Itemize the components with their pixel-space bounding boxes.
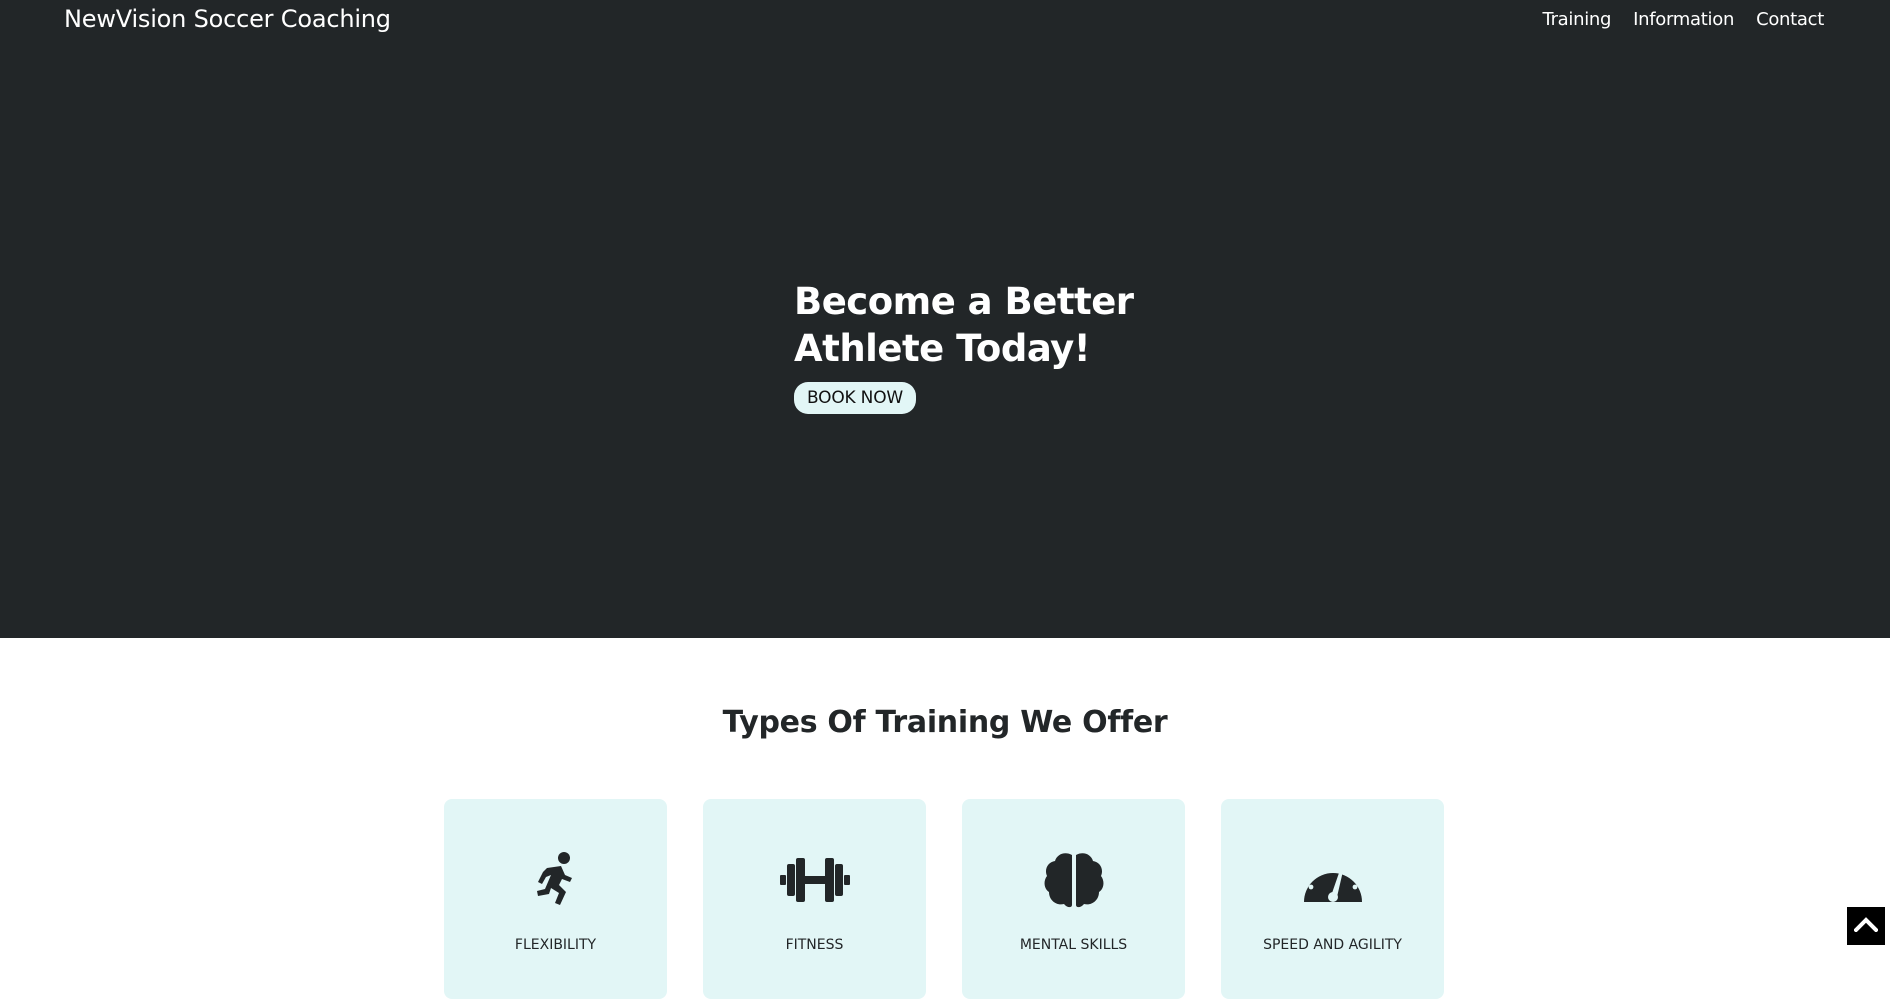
card-mental-skills[interactable]: MENTAL SKILLS [962, 799, 1185, 999]
chevron-up-icon [1853, 916, 1879, 936]
card-flexibility[interactable]: FLEXIBILITY [444, 799, 667, 999]
hero-title-line2: Athlete Today! [794, 327, 1091, 370]
speedometer-icon [1221, 850, 1444, 910]
card-label: FITNESS [785, 937, 844, 953]
card-label: FLEXIBILITY [514, 937, 597, 953]
nav-information[interactable]: Information [1633, 9, 1734, 30]
section-title: Types Of Training We Offer [722, 705, 1168, 740]
card-label: SPEED AND AGILITY [1263, 937, 1402, 953]
card-speed-agility[interactable]: SPEED AND AGILITY [1221, 799, 1444, 999]
brand-logo[interactable]: NewVision Soccer Coaching [64, 5, 391, 33]
card-label: MENTAL SKILLS [1019, 937, 1128, 953]
book-now-button[interactable]: BOOK NOW [794, 382, 916, 414]
hero-title-line1: Become a Better [794, 280, 1134, 323]
main-nav: Training Information Contact [1543, 9, 1825, 30]
brain-icon [962, 850, 1185, 910]
card-fitness[interactable]: FITNESS [703, 799, 926, 999]
scroll-to-top-button[interactable] [1846, 906, 1886, 946]
hero-content: Become a Better Athlete Today! BOOK NOW [794, 278, 1154, 414]
hero-section: NewVision Soccer Coaching Training Infor… [0, 0, 1890, 638]
nav-training[interactable]: Training [1543, 9, 1612, 30]
running-person-icon [444, 850, 667, 910]
hero-title: Become a Better Athlete Today! [794, 278, 1154, 372]
dumbbell-icon [703, 850, 926, 910]
nav-contact[interactable]: Contact [1756, 9, 1824, 30]
